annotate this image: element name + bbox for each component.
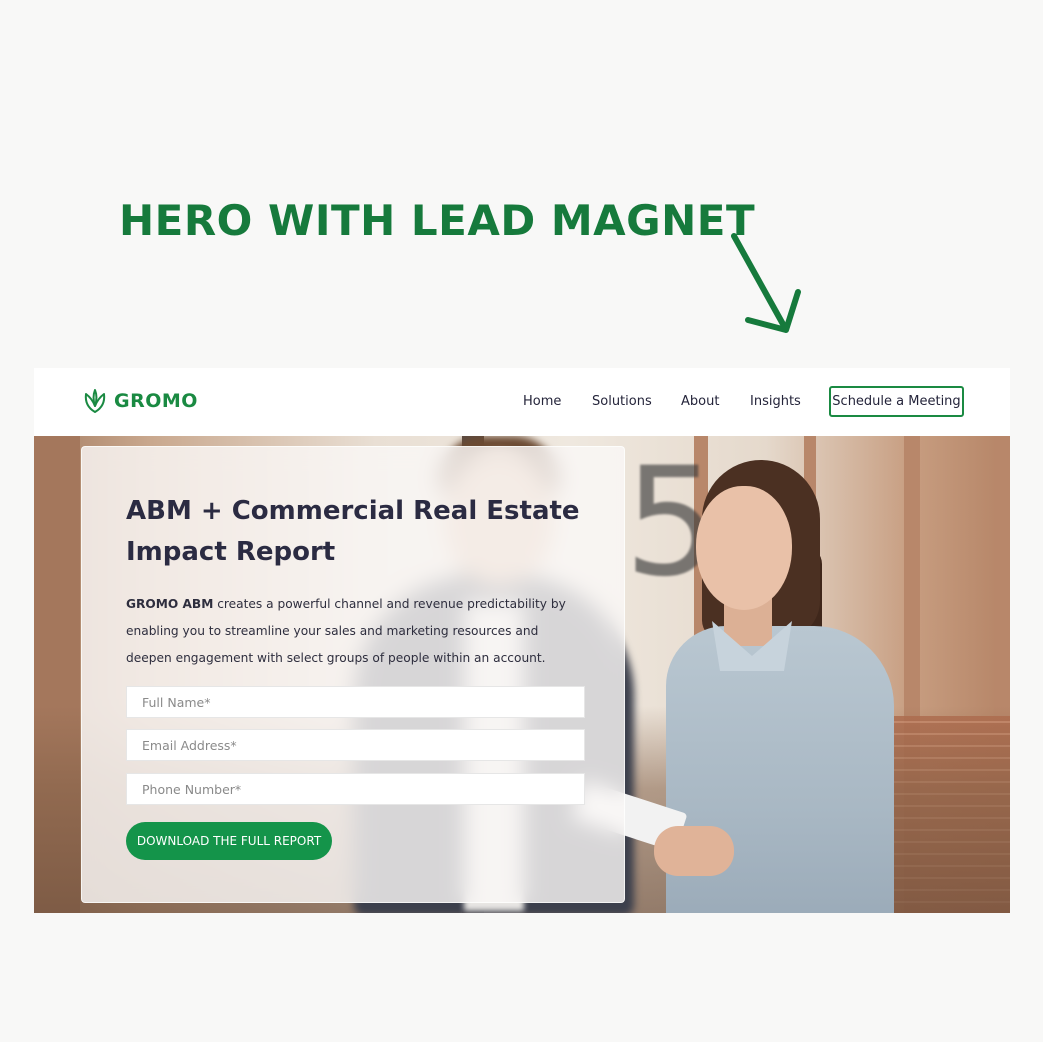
email-input[interactable] bbox=[126, 729, 585, 761]
lead-magnet-panel: ABM + Commercial Real Estate Impact Repo… bbox=[81, 446, 625, 903]
nav-insights-link[interactable]: Insights bbox=[750, 394, 801, 409]
nav-home-link[interactable]: Home bbox=[523, 394, 561, 409]
navbar: GROMO Home Solutions About Insights Sche… bbox=[34, 368, 1010, 436]
brand-name: GROMO bbox=[114, 390, 198, 412]
arrow-down-right-icon bbox=[731, 233, 801, 333]
download-report-button[interactable]: DOWNLOAD THE FULL REPORT bbox=[126, 822, 332, 860]
brand-logo[interactable]: GROMO bbox=[82, 388, 198, 414]
woman-hands bbox=[654, 826, 734, 876]
description-brand: GROMO ABM bbox=[126, 597, 214, 611]
report-description: GROMO ABM creates a powerful channel and… bbox=[126, 591, 566, 672]
website-mockup: GROMO Home Solutions About Insights Sche… bbox=[34, 368, 1010, 913]
schedule-meeting-button[interactable]: Schedule a Meeting bbox=[829, 386, 964, 417]
report-title: ABM + Commercial Real Estate Impact Repo… bbox=[126, 496, 580, 567]
phone-input[interactable] bbox=[126, 773, 585, 805]
annotation-title: HERO WITH LEAD MAGNET bbox=[119, 196, 756, 245]
nav-solutions-link[interactable]: Solutions bbox=[592, 394, 652, 409]
nav-about-link[interactable]: About bbox=[681, 394, 719, 409]
hero-section: 5 ABM + Commercial Real Estate Impact Re… bbox=[34, 436, 1010, 913]
leaf-logo-icon bbox=[84, 389, 106, 413]
full-name-input[interactable] bbox=[126, 686, 585, 718]
woman-face bbox=[696, 486, 792, 610]
